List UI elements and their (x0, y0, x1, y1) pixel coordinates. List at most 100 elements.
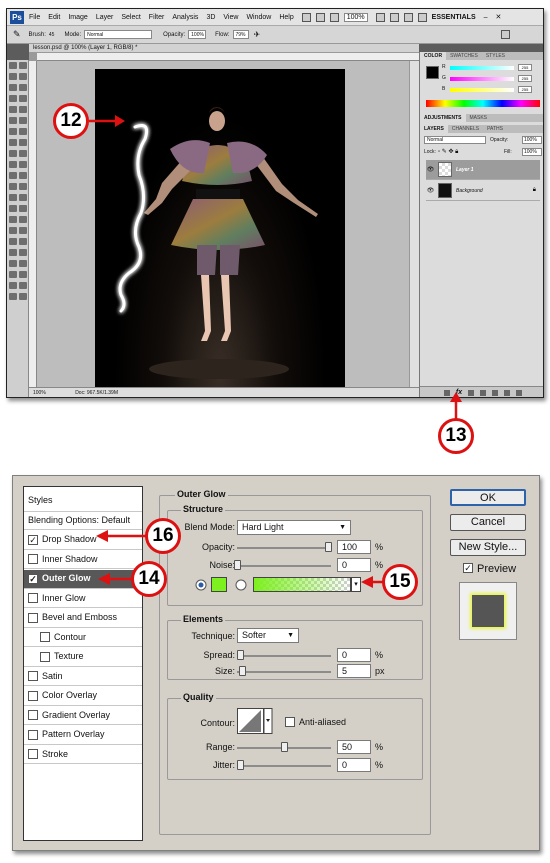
tool-icon[interactable] (9, 62, 17, 69)
status-zoom[interactable]: 100% (33, 390, 46, 396)
tab-styles[interactable]: STYLES (482, 52, 509, 60)
flow-field[interactable]: 79% (232, 30, 249, 39)
menu-image[interactable]: Image (68, 14, 87, 21)
technique-select[interactable]: Softer ▼ (237, 628, 299, 643)
tab-channels[interactable]: CHANNELS (448, 125, 483, 133)
channel-r-value[interactable]: 255 (518, 64, 532, 71)
style-checkbox[interactable] (40, 651, 50, 662)
tool-icon[interactable] (19, 161, 27, 168)
channel-b-slider[interactable] (450, 88, 514, 92)
tool-icon[interactable] (9, 161, 17, 168)
channel-g-slider[interactable] (450, 77, 514, 81)
tool-icon[interactable] (19, 95, 27, 102)
view-extras-icon[interactable] (329, 12, 339, 22)
style-checkbox[interactable]: ✓ (28, 573, 38, 584)
gradient-dropdown-button[interactable]: ▾ (351, 577, 361, 592)
panel-toggle-icon[interactable] (501, 30, 510, 39)
style-checkbox[interactable] (40, 632, 50, 642)
style-item-bevel-and-emboss[interactable]: Bevel and Emboss (24, 609, 142, 628)
menu-filter[interactable]: Filter (149, 14, 165, 21)
tool-icon[interactable] (19, 62, 27, 69)
glow-gradient-picker[interactable] (253, 577, 351, 592)
size-slider-track[interactable] (237, 671, 331, 673)
tab-swatches[interactable]: SWATCHES (446, 52, 482, 60)
style-item-texture[interactable]: Texture (24, 648, 142, 667)
workspace-switcher[interactable]: ESSENTIALS (432, 14, 476, 21)
opacity-field[interactable]: 100 (337, 540, 371, 554)
eye-icon[interactable]: 👁︎ (426, 187, 435, 194)
size-slider-thumb[interactable] (239, 666, 246, 676)
tool-icon[interactable] (9, 205, 17, 212)
channel-r-slider[interactable] (450, 66, 514, 70)
zoom-select[interactable]: 100% (343, 12, 368, 22)
tool-icon[interactable] (19, 249, 27, 256)
contour-picker[interactable] (237, 708, 273, 734)
menu-layer[interactable]: Layer (96, 14, 114, 21)
style-checkbox[interactable] (28, 671, 38, 681)
menu-select[interactable]: Select (121, 14, 140, 21)
layer-row-layer1[interactable]: 👁︎ Layer 1 (426, 160, 540, 180)
tool-icon[interactable] (9, 194, 17, 201)
style-item-satin[interactable]: Satin (24, 667, 142, 686)
menu-3d[interactable]: 3D (206, 14, 215, 21)
tool-icon[interactable] (9, 139, 17, 146)
ok-button[interactable]: OK (450, 489, 526, 506)
blend-mode-select[interactable]: Hard Light ▼ (237, 520, 351, 535)
layer-opacity-field[interactable]: 100% (522, 136, 542, 144)
preview-checkbox[interactable]: ✓ (463, 563, 473, 573)
tool-icon[interactable] (19, 293, 27, 300)
new-group-icon[interactable] (492, 389, 499, 396)
tab-paths[interactable]: PATHS (483, 125, 507, 133)
gradient-radio[interactable] (235, 579, 247, 591)
tool-icon[interactable] (19, 227, 27, 234)
tab-layers[interactable]: LAYERS (420, 125, 448, 133)
tab-color[interactable]: COLOR (420, 52, 447, 60)
menu-help[interactable]: Help (279, 14, 293, 21)
tool-icon[interactable] (19, 282, 27, 289)
tool-icon[interactable] (9, 260, 17, 267)
jitter-field[interactable]: 0 (337, 758, 371, 772)
style-item-contour[interactable]: Contour (24, 628, 142, 647)
tool-icon[interactable] (9, 150, 17, 157)
tool-icon[interactable] (9, 293, 17, 300)
noise-slider-track[interactable] (237, 565, 331, 567)
mini-bridge-icon[interactable] (315, 12, 325, 22)
solid-color-radio[interactable] (195, 579, 207, 591)
layer-blend-mode-select[interactable]: Normal (424, 136, 486, 144)
tool-icon[interactable] (9, 216, 17, 223)
tool-icon[interactable] (9, 106, 17, 113)
tool-icon[interactable] (9, 227, 17, 234)
range-field[interactable]: 50 (337, 740, 371, 754)
jitter-slider-thumb[interactable] (237, 760, 244, 770)
glow-color-swatch[interactable] (211, 577, 227, 592)
canvas-photo[interactable] (95, 69, 345, 387)
tool-icon[interactable] (19, 73, 27, 80)
menu-window[interactable]: Window (246, 14, 271, 21)
vertical-scrollbar[interactable] (409, 61, 419, 387)
airbrush-icon[interactable]: ✈ (254, 30, 261, 39)
tool-icon[interactable] (19, 172, 27, 179)
tool-icon[interactable] (19, 260, 27, 267)
range-slider-thumb[interactable] (281, 742, 288, 752)
style-checkbox[interactable] (28, 554, 38, 564)
tool-icon[interactable] (9, 282, 17, 289)
tool-icon[interactable] (9, 183, 17, 190)
tool-icon[interactable] (9, 84, 17, 91)
channel-b-value[interactable]: 255 (518, 86, 532, 93)
tool-icon[interactable] (19, 139, 27, 146)
tool-icon[interactable] (19, 238, 27, 245)
tool-icon[interactable] (19, 205, 27, 212)
opacity-field[interactable]: 100% (188, 30, 207, 39)
tool-icon[interactable] (19, 216, 27, 223)
layer-fill-field[interactable]: 100% (522, 148, 542, 156)
tool-icon[interactable] (9, 95, 17, 102)
menu-file[interactable]: File (29, 14, 40, 21)
tab-masks[interactable]: MASKS (466, 114, 492, 122)
brush-tool-icon[interactable]: ✎ (13, 29, 21, 40)
minimize-button[interactable]: – (484, 14, 488, 21)
spread-field[interactable]: 0 (337, 648, 371, 662)
mode-select[interactable]: Normal (84, 30, 153, 39)
style-item-gradient-overlay[interactable]: Gradient Overlay (24, 706, 142, 725)
noise-slider-thumb[interactable] (234, 560, 241, 570)
channel-g-value[interactable]: 255 (518, 75, 532, 82)
